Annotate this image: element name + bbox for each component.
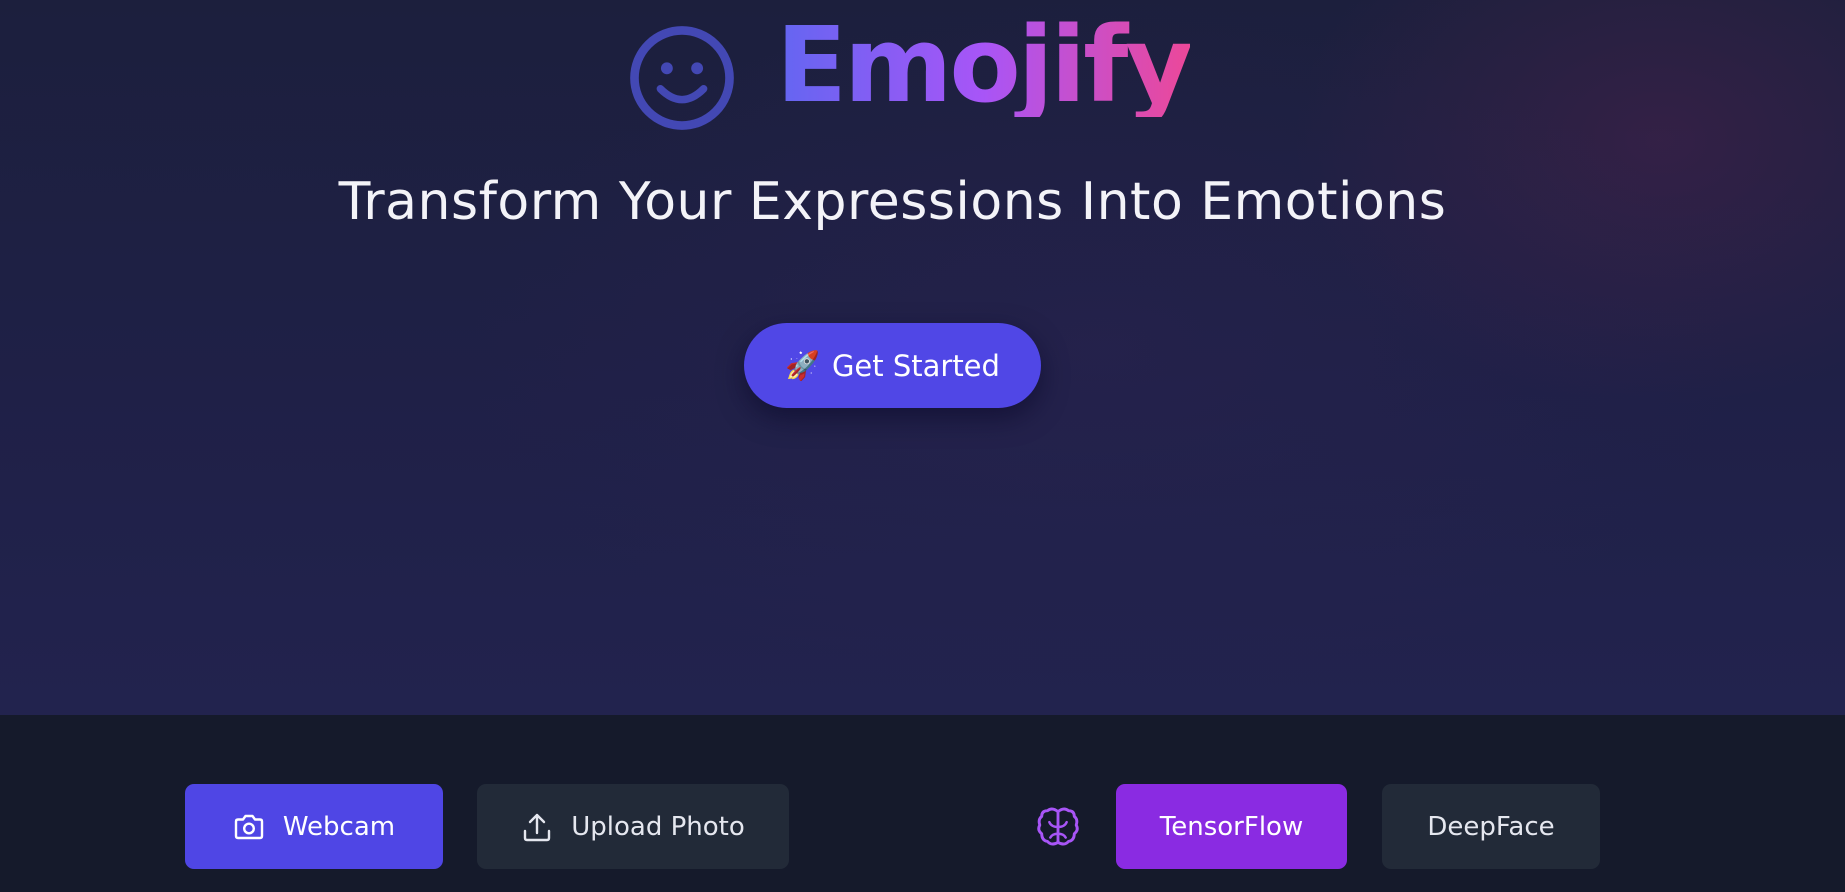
- brand-header: Emojify: [628, 0, 1193, 132]
- hero-tagline: Transform Your Expressions Into Emotions: [338, 172, 1447, 232]
- upload-photo-label: Upload Photo: [571, 811, 745, 842]
- brand-name: Emojify: [776, 4, 1193, 126]
- smiley-face-icon: [630, 25, 734, 130]
- tensorflow-label: TensorFlow: [1159, 811, 1304, 842]
- upload-icon: [524, 813, 551, 841]
- webcam-label: Webcam: [282, 811, 396, 842]
- deepface-label: DeepFace: [1427, 811, 1555, 842]
- brain-icon: [1037, 807, 1079, 846]
- get-started-button[interactable]: 🚀 Get Started: [744, 323, 1041, 408]
- deepface-button[interactable]: DeepFace: [1382, 784, 1600, 869]
- rocket-icon: 🚀: [785, 349, 820, 382]
- webcam-button[interactable]: Webcam: [185, 784, 443, 869]
- page: Emojify Transform Your Expressions Into …: [0, 0, 1845, 892]
- tensorflow-button[interactable]: TensorFlow: [1116, 784, 1347, 869]
- hero-section: Emojify Transform Your Expressions Into …: [0, 0, 1845, 715]
- get-started-label: Get Started: [831, 348, 1000, 383]
- upload-photo-button[interactable]: Upload Photo: [477, 784, 789, 869]
- camera-icon: [234, 814, 264, 839]
